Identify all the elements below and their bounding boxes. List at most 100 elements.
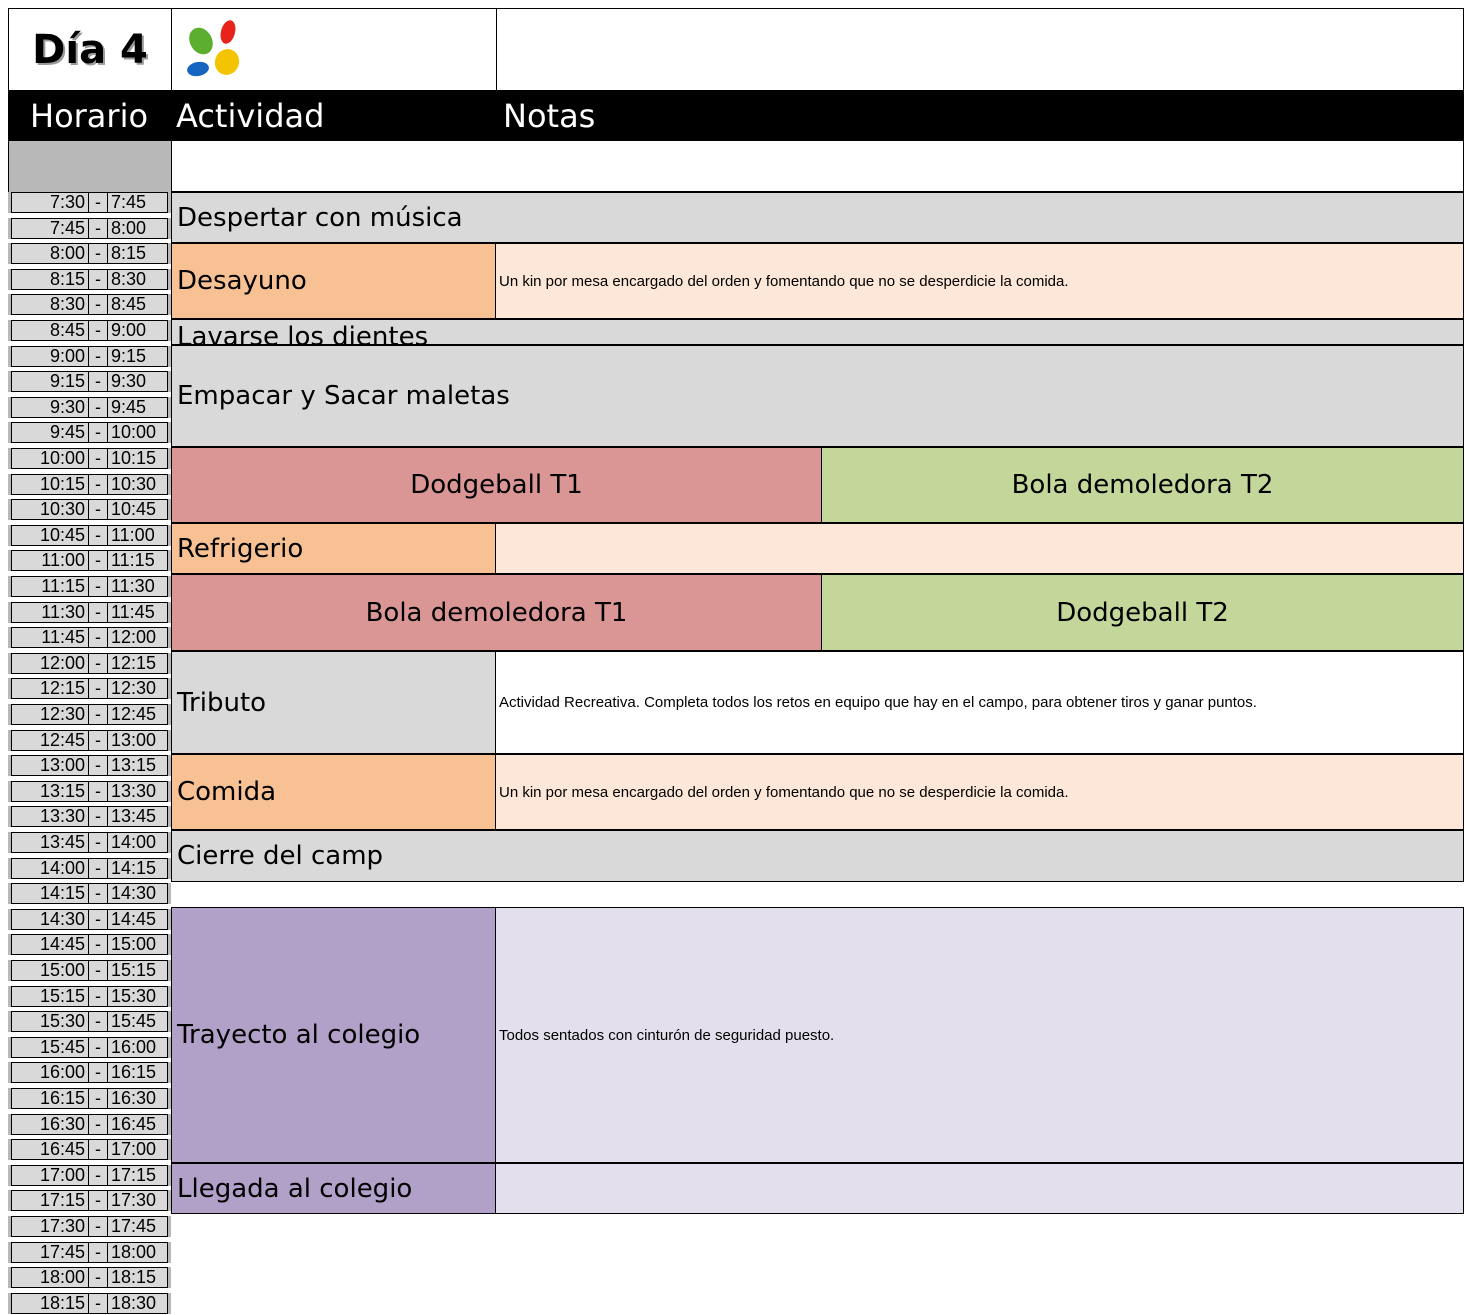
time-row: 12:45-13:00 xyxy=(8,730,171,751)
time-row: 13:30-13:45 xyxy=(8,806,171,827)
time-separator: - xyxy=(89,678,107,699)
time-row: 14:30-14:45 xyxy=(8,909,171,930)
time-end: 8:15 xyxy=(107,243,168,264)
time-end: 9:30 xyxy=(107,371,168,392)
time-start: 8:45 xyxy=(11,320,89,341)
time-start: 8:30 xyxy=(11,294,89,315)
time-row: 14:00-14:15 xyxy=(8,858,171,879)
activity-dientes: Lavarse los dientes xyxy=(171,319,1464,350)
note-text: Un kin por mesa encargado del orden y fo… xyxy=(499,272,1069,290)
time-start: 9:45 xyxy=(11,422,89,443)
time-row: 10:00-10:15 xyxy=(8,448,171,469)
header-horario: Horario xyxy=(30,97,149,135)
time-start: 10:15 xyxy=(11,474,89,495)
time-end: 17:30 xyxy=(107,1190,168,1211)
activity-label: Comida xyxy=(177,777,277,807)
time-start: 10:45 xyxy=(11,525,89,546)
time-start: 17:00 xyxy=(11,1165,89,1186)
time-row: 13:45-14:00 xyxy=(8,832,171,853)
time-row: 11:15-11:30 xyxy=(8,576,171,597)
time-end: 17:45 xyxy=(107,1216,168,1237)
time-separator: - xyxy=(89,934,107,955)
time-start: 18:00 xyxy=(11,1267,89,1288)
time-end: 12:30 xyxy=(107,678,168,699)
time-row: 14:45-15:00 xyxy=(8,934,171,955)
time-row: 11:00-11:15 xyxy=(8,550,171,571)
activity-despertar: Despertar con música xyxy=(171,192,1464,243)
time-separator: - xyxy=(89,269,107,290)
note-desayuno: Un kin por mesa encargado del orden y fo… xyxy=(496,243,1464,319)
time-row: 12:30-12:45 xyxy=(8,704,171,725)
activity-label: Bola demoledora T1 xyxy=(365,597,628,628)
time-end: 15:15 xyxy=(107,960,168,981)
time-separator: - xyxy=(89,448,107,469)
activity-comida: Comida xyxy=(171,754,496,830)
time-row: 8:15-8:30 xyxy=(8,269,171,290)
time-row: 15:00-15:15 xyxy=(8,960,171,981)
time-separator: - xyxy=(89,1165,107,1186)
time-separator: - xyxy=(89,909,107,930)
time-end: 8:45 xyxy=(107,294,168,315)
time-end: 9:45 xyxy=(107,397,168,418)
time-end: 16:45 xyxy=(107,1114,168,1135)
activity-label: Empacar y Sacar maletas xyxy=(177,381,510,411)
note-tributo: Actividad Recreativa. Completa todos los… xyxy=(496,651,1464,754)
time-separator: - xyxy=(89,1011,107,1032)
time-row: 17:00-17:15 xyxy=(8,1165,171,1186)
time-end: 17:15 xyxy=(107,1165,168,1186)
time-start: 14:00 xyxy=(11,858,89,879)
activity-label: Dodgeball T2 xyxy=(1056,597,1229,628)
header-notas: Notas xyxy=(503,97,596,135)
time-separator: - xyxy=(89,704,107,725)
note-text: Un kin por mesa encargado del orden y fo… xyxy=(499,783,1069,801)
time-start: 13:15 xyxy=(11,781,89,802)
header-actividad: Actividad xyxy=(176,97,325,135)
activity-bola-t2: Bola demoledora T2 xyxy=(822,447,1464,523)
time-separator: - xyxy=(89,806,107,827)
time-separator: - xyxy=(89,1037,107,1058)
time-separator: - xyxy=(89,1139,107,1160)
time-start: 13:45 xyxy=(11,832,89,853)
time-start: 17:15 xyxy=(11,1190,89,1211)
note-refrigerio xyxy=(496,523,1464,574)
time-start: 15:45 xyxy=(11,1037,89,1058)
time-start: 9:15 xyxy=(11,371,89,392)
activity-bola-t1: Bola demoledora T1 xyxy=(171,574,822,651)
time-row: 17:15-17:30 xyxy=(8,1190,171,1211)
time-row: 8:45-9:00 xyxy=(8,320,171,341)
time-end: 13:00 xyxy=(107,730,168,751)
time-separator: - xyxy=(89,1267,107,1288)
time-end: 14:15 xyxy=(107,858,168,879)
time-start: 7:30 xyxy=(11,192,89,213)
time-separator: - xyxy=(89,960,107,981)
time-end: 18:00 xyxy=(107,1242,168,1263)
time-separator: - xyxy=(89,653,107,674)
time-row: 10:45-11:00 xyxy=(8,525,171,546)
time-separator: - xyxy=(89,474,107,495)
time-row: 11:30-11:45 xyxy=(8,602,171,623)
time-row: 15:30-15:45 xyxy=(8,1011,171,1032)
time-row: 17:45-18:00 xyxy=(8,1242,171,1263)
time-end: 15:00 xyxy=(107,934,168,955)
time-end: 7:45 xyxy=(107,192,168,213)
time-separator: - xyxy=(89,781,107,802)
time-start: 12:00 xyxy=(11,653,89,674)
activity-refrigerio: Refrigerio xyxy=(171,523,496,574)
activity-label: Refrigerio xyxy=(177,533,304,564)
time-row: 13:00-13:15 xyxy=(8,755,171,776)
note-llegada xyxy=(496,1163,1464,1214)
time-end: 14:45 xyxy=(107,909,168,930)
time-row: 13:15-13:30 xyxy=(8,781,171,802)
time-start: 16:15 xyxy=(11,1088,89,1109)
time-row: 16:15-16:30 xyxy=(8,1088,171,1109)
time-separator: - xyxy=(89,1216,107,1237)
time-separator: - xyxy=(89,858,107,879)
time-end: 12:00 xyxy=(107,627,168,648)
time-start: 9:00 xyxy=(11,346,89,367)
header-notes-cell xyxy=(496,8,1464,90)
time-separator: - xyxy=(89,832,107,853)
time-end: 9:15 xyxy=(107,346,168,367)
time-end: 12:45 xyxy=(107,704,168,725)
time-row: 7:45-8:00 xyxy=(8,218,171,239)
time-separator: - xyxy=(89,627,107,648)
